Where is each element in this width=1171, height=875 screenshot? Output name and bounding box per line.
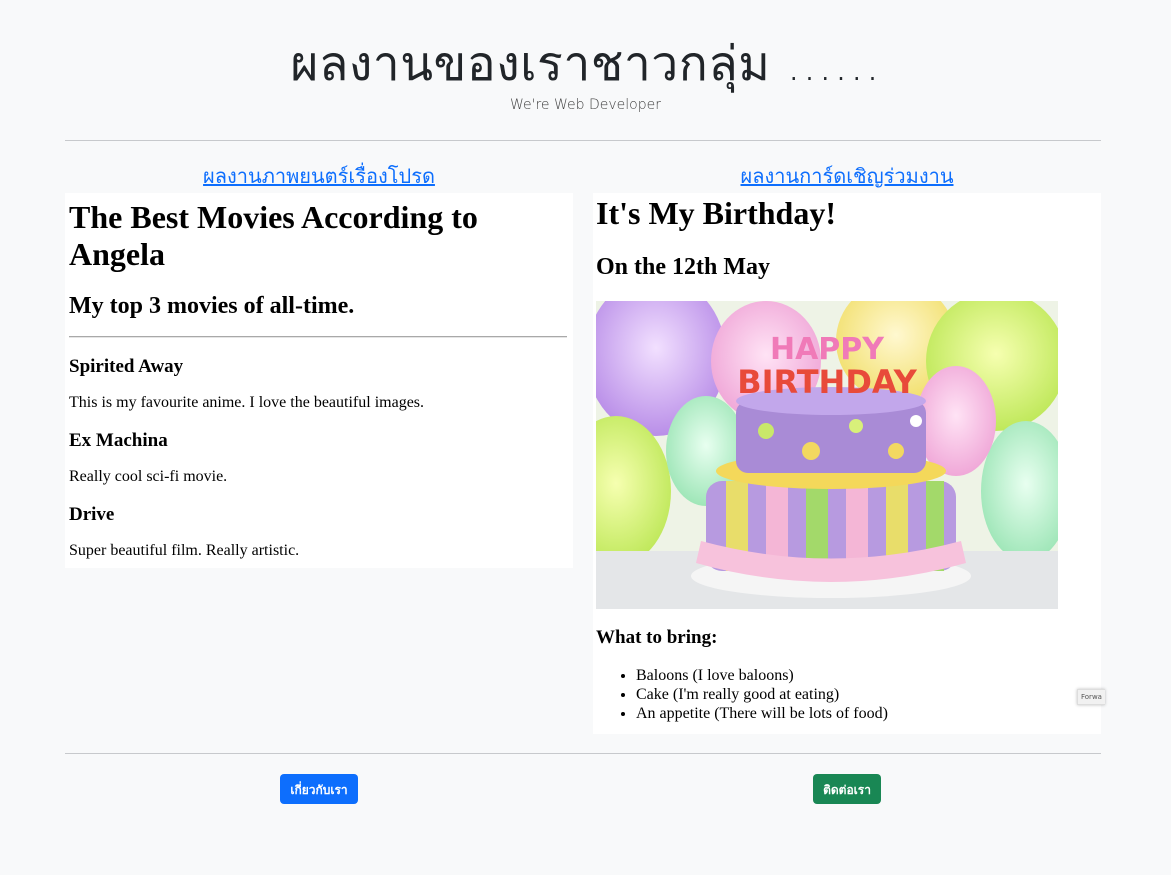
about-us-button[interactable]: เกี่ยวกับเรา <box>280 774 358 804</box>
forward-tab[interactable]: Forwa <box>1077 689 1105 705</box>
movies-divider <box>69 336 567 339</box>
top-divider <box>65 140 1101 141</box>
invitation-project-link[interactable]: ผลงานการ์ดเชิญร่วมงาน <box>593 160 1101 192</box>
bottom-divider <box>65 753 1101 754</box>
movies-iframe[interactable]: The Best Movies According to Angela My t… <box>65 193 573 568</box>
movie-description: This is my favourite anime. I love the b… <box>69 393 425 411</box>
invitation-iframe[interactable]: It's My Birthday! On the 12th May HAPPY … <box>593 193 1101 734</box>
cake-happy-text: HAPPY <box>770 332 885 367</box>
movie-description: Really cool sci-fi movie. <box>69 467 228 485</box>
movies-project-link[interactable]: ผลงานภาพยนตร์เรื่องโปรด <box>65 160 573 192</box>
movie-name: Spirited Away <box>69 356 184 378</box>
bring-item: Cake (I'm really good at eating) <box>636 685 1098 704</box>
cake-birthday-text: BIRTHDAY <box>737 363 917 401</box>
movie-name: Drive <box>69 504 115 526</box>
movie-description: Super beautiful film. Really artistic. <box>69 541 300 559</box>
movie-name: Ex Machina <box>69 430 168 452</box>
birthday-title: It's My Birthday! <box>596 195 836 231</box>
birthday-date: On the 12th May <box>596 253 770 280</box>
page-header: ผลงานของเราชาวกลุ่ม ...... We're Web Dev… <box>0 32 1171 113</box>
bring-heading: What to bring: <box>596 627 718 649</box>
page-title: ผลงานของเราชาวกลุ่ม ...... <box>290 36 881 92</box>
birthday-cake-image: HAPPY BIRTHDAY <box>596 301 1058 610</box>
bring-item: An appetite (There will be lots of food) <box>636 704 1098 723</box>
bring-item: Baloons (I love baloons) <box>636 666 1098 685</box>
bring-list: Baloons (I love baloons) Cake (I'm reall… <box>596 666 1098 723</box>
contact-us-button[interactable]: ติดต่อเรา <box>813 774 881 804</box>
movies-title: The Best Movies According to Angela <box>69 199 478 272</box>
page-subtitle: We're Web Developer <box>510 96 661 113</box>
movies-subtitle: My top 3 movies of all-time. <box>69 292 355 319</box>
